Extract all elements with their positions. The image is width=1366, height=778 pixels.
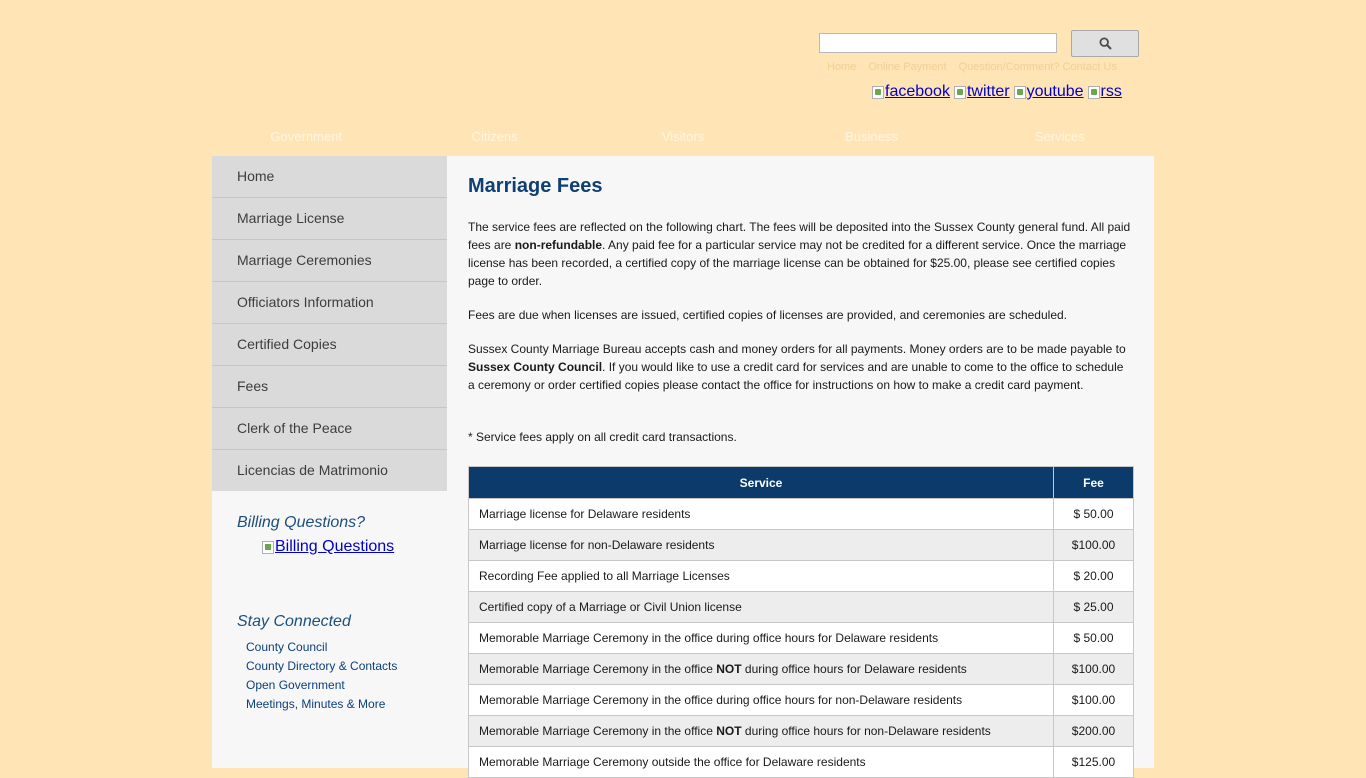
twitter-link[interactable]: twitter xyxy=(953,83,1010,101)
fees-due-paragraph: Fees are due when licenses are issued, c… xyxy=(468,308,1068,322)
fee-cell: $100.00 xyxy=(1053,684,1134,716)
service-cell: Certified copy of a Marriage or Civil Un… xyxy=(468,591,1054,623)
nav-citizens[interactable]: Citizens xyxy=(400,126,588,148)
page-title: Marriage Fees xyxy=(468,175,603,197)
service-column-header: Service xyxy=(468,466,1054,499)
top-link-contact[interactable]: Question/Comment? Contact Us xyxy=(959,61,1117,73)
nav-business[interactable]: Business xyxy=(777,126,965,148)
top-links: Home Online Payment Question/Comment? Co… xyxy=(827,61,1117,73)
sidebar-item-marriage-ceremonies[interactable]: Marriage Ceremonies xyxy=(212,240,447,282)
fee-cell: $125.00 xyxy=(1053,746,1134,778)
sidebar-item-clerk-of-the-peace[interactable]: Clerk of the Peace xyxy=(212,408,447,450)
sidebar-item-licencias[interactable]: Licencias de Matrimonio xyxy=(212,450,447,491)
link-county-directory[interactable]: County Directory & Contacts xyxy=(246,659,397,678)
top-link-online-payment[interactable]: Online Payment xyxy=(868,61,946,73)
service-cell: Memorable Marriage Ceremony in the offic… xyxy=(468,622,1054,654)
table-row: Memorable Marriage Ceremony in the offic… xyxy=(468,684,1134,716)
sidebar-item-home[interactable]: Home xyxy=(212,156,447,198)
link-open-government[interactable]: Open Government xyxy=(246,678,397,697)
main-nav: Government Citizens Visitors Business Se… xyxy=(212,126,1154,148)
rss-link[interactable]: rss xyxy=(1087,83,1122,101)
sidebar-item-officiators-information[interactable]: Officiators Information xyxy=(212,282,447,324)
table-row: Marriage license for non-Delaware reside… xyxy=(468,529,1134,561)
table-row: Recording Fee applied to all Marriage Li… xyxy=(468,560,1134,592)
youtube-icon xyxy=(1013,85,1026,99)
fee-cell: $ 50.00 xyxy=(1053,622,1134,654)
facebook-icon xyxy=(872,85,884,99)
table-row: Memorable Marriage Ceremony outside the … xyxy=(468,746,1134,778)
search-input[interactable] xyxy=(819,33,1057,53)
fee-cell: $100.00 xyxy=(1053,653,1134,685)
link-meetings-minutes[interactable]: Meetings, Minutes & More xyxy=(246,697,397,716)
fee-cell: $100.00 xyxy=(1053,529,1134,561)
fee-cell: $ 25.00 xyxy=(1053,591,1134,623)
service-cell: Memorable Marriage Ceremony outside the … xyxy=(468,746,1054,778)
service-cell: Recording Fee applied to all Marriage Li… xyxy=(468,560,1054,592)
sidebar-item-marriage-license[interactable]: Marriage License xyxy=(212,198,447,240)
facebook-link[interactable]: facebook xyxy=(872,83,950,101)
service-cell: Memorable Marriage Ceremony in the offic… xyxy=(468,653,1054,685)
nav-government[interactable]: Government xyxy=(212,126,400,148)
twitter-icon xyxy=(953,85,966,99)
service-cell: Memorable Marriage Ceremony in the offic… xyxy=(468,684,1054,716)
fees-table: Service Fee Marriage license for Delawar… xyxy=(468,466,1134,778)
youtube-link[interactable]: youtube xyxy=(1013,83,1084,101)
service-cell: Memorable Marriage Ceremony in the offic… xyxy=(468,715,1054,747)
social-links: facebook twitter youtube rss xyxy=(872,83,1122,101)
link-county-council[interactable]: County Council xyxy=(246,640,397,659)
service-cell: Marriage license for Delaware residents xyxy=(468,498,1054,530)
billing-questions-heading: Billing Questions? xyxy=(237,514,366,531)
fee-cell: $ 20.00 xyxy=(1053,560,1134,592)
billing-questions-link[interactable]: Billing Questions xyxy=(262,538,394,556)
broken-image-icon xyxy=(262,540,274,554)
sidebar-menu: Home Marriage License Marriage Ceremonie… xyxy=(212,156,447,491)
table-row: Memorable Marriage Ceremony in the offic… xyxy=(468,622,1134,654)
intro-paragraph: The service fees are reflected on the fo… xyxy=(468,220,1131,288)
table-row: Memorable Marriage Ceremony in the offic… xyxy=(468,715,1134,747)
payment-paragraph: Sussex County Marriage Bureau accepts ca… xyxy=(468,342,1126,392)
fee-cell: $200.00 xyxy=(1053,715,1134,747)
sidebar-item-certified-copies[interactable]: Certified Copies xyxy=(212,324,447,366)
table-row: Memorable Marriage Ceremony in the offic… xyxy=(468,653,1134,685)
table-header-row: Service Fee xyxy=(468,466,1134,499)
stay-connected-heading: Stay Connected xyxy=(237,613,351,630)
rss-icon xyxy=(1087,85,1100,99)
service-fee-note: * Service fees apply on all credit card … xyxy=(468,430,737,444)
top-link-home[interactable]: Home xyxy=(827,61,856,73)
sidebar-item-fees[interactable]: Fees xyxy=(212,366,447,408)
nav-visitors[interactable]: Visitors xyxy=(589,126,777,148)
fee-cell: $ 50.00 xyxy=(1053,498,1134,530)
stay-connected-links: County Council County Directory & Contac… xyxy=(246,640,397,716)
service-cell: Marriage license for non-Delaware reside… xyxy=(468,529,1054,561)
table-row: Marriage license for Delaware residents … xyxy=(468,498,1134,530)
search-icon xyxy=(1098,37,1112,50)
table-row: Certified copy of a Marriage or Civil Un… xyxy=(468,591,1134,623)
nav-services[interactable]: Services xyxy=(966,126,1154,148)
main-content: Marriage Fees The service fees are refle… xyxy=(447,156,1154,778)
search-button[interactable] xyxy=(1071,30,1139,57)
sidebar: Home Marriage License Marriage Ceremonie… xyxy=(212,156,447,768)
fee-column-header: Fee xyxy=(1053,466,1134,499)
